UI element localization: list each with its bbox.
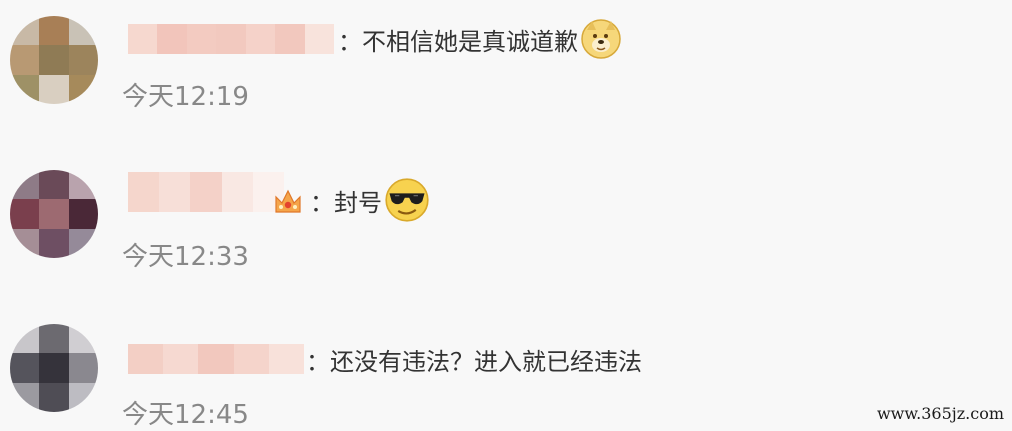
avatar[interactable] [10,170,98,258]
comment-time: 今天12:45 [122,400,249,430]
comment-separator: ： [338,27,362,56]
cool-sunglasses-icon [385,178,429,222]
comment-time: 今天12:19 [122,82,249,112]
comment-separator: ： [306,347,330,376]
comment-text: 封号 [334,188,382,217]
comment-time: 今天12:33 [122,242,249,272]
username-blurred[interactable] [128,344,305,374]
watermark: www.365jz.com [876,404,1004,423]
avatar[interactable] [10,324,98,412]
comment-text: 还没有违法？进入就已经违法 [330,347,642,376]
avatar[interactable] [10,16,98,104]
doge-icon [581,19,621,59]
crown-badge-icon [275,189,301,213]
comment-text: 不相信她是真诚道歉 [362,27,578,56]
comment-separator: ： [310,188,334,217]
username-blurred[interactable] [128,24,334,54]
username-blurred[interactable] [128,172,285,212]
